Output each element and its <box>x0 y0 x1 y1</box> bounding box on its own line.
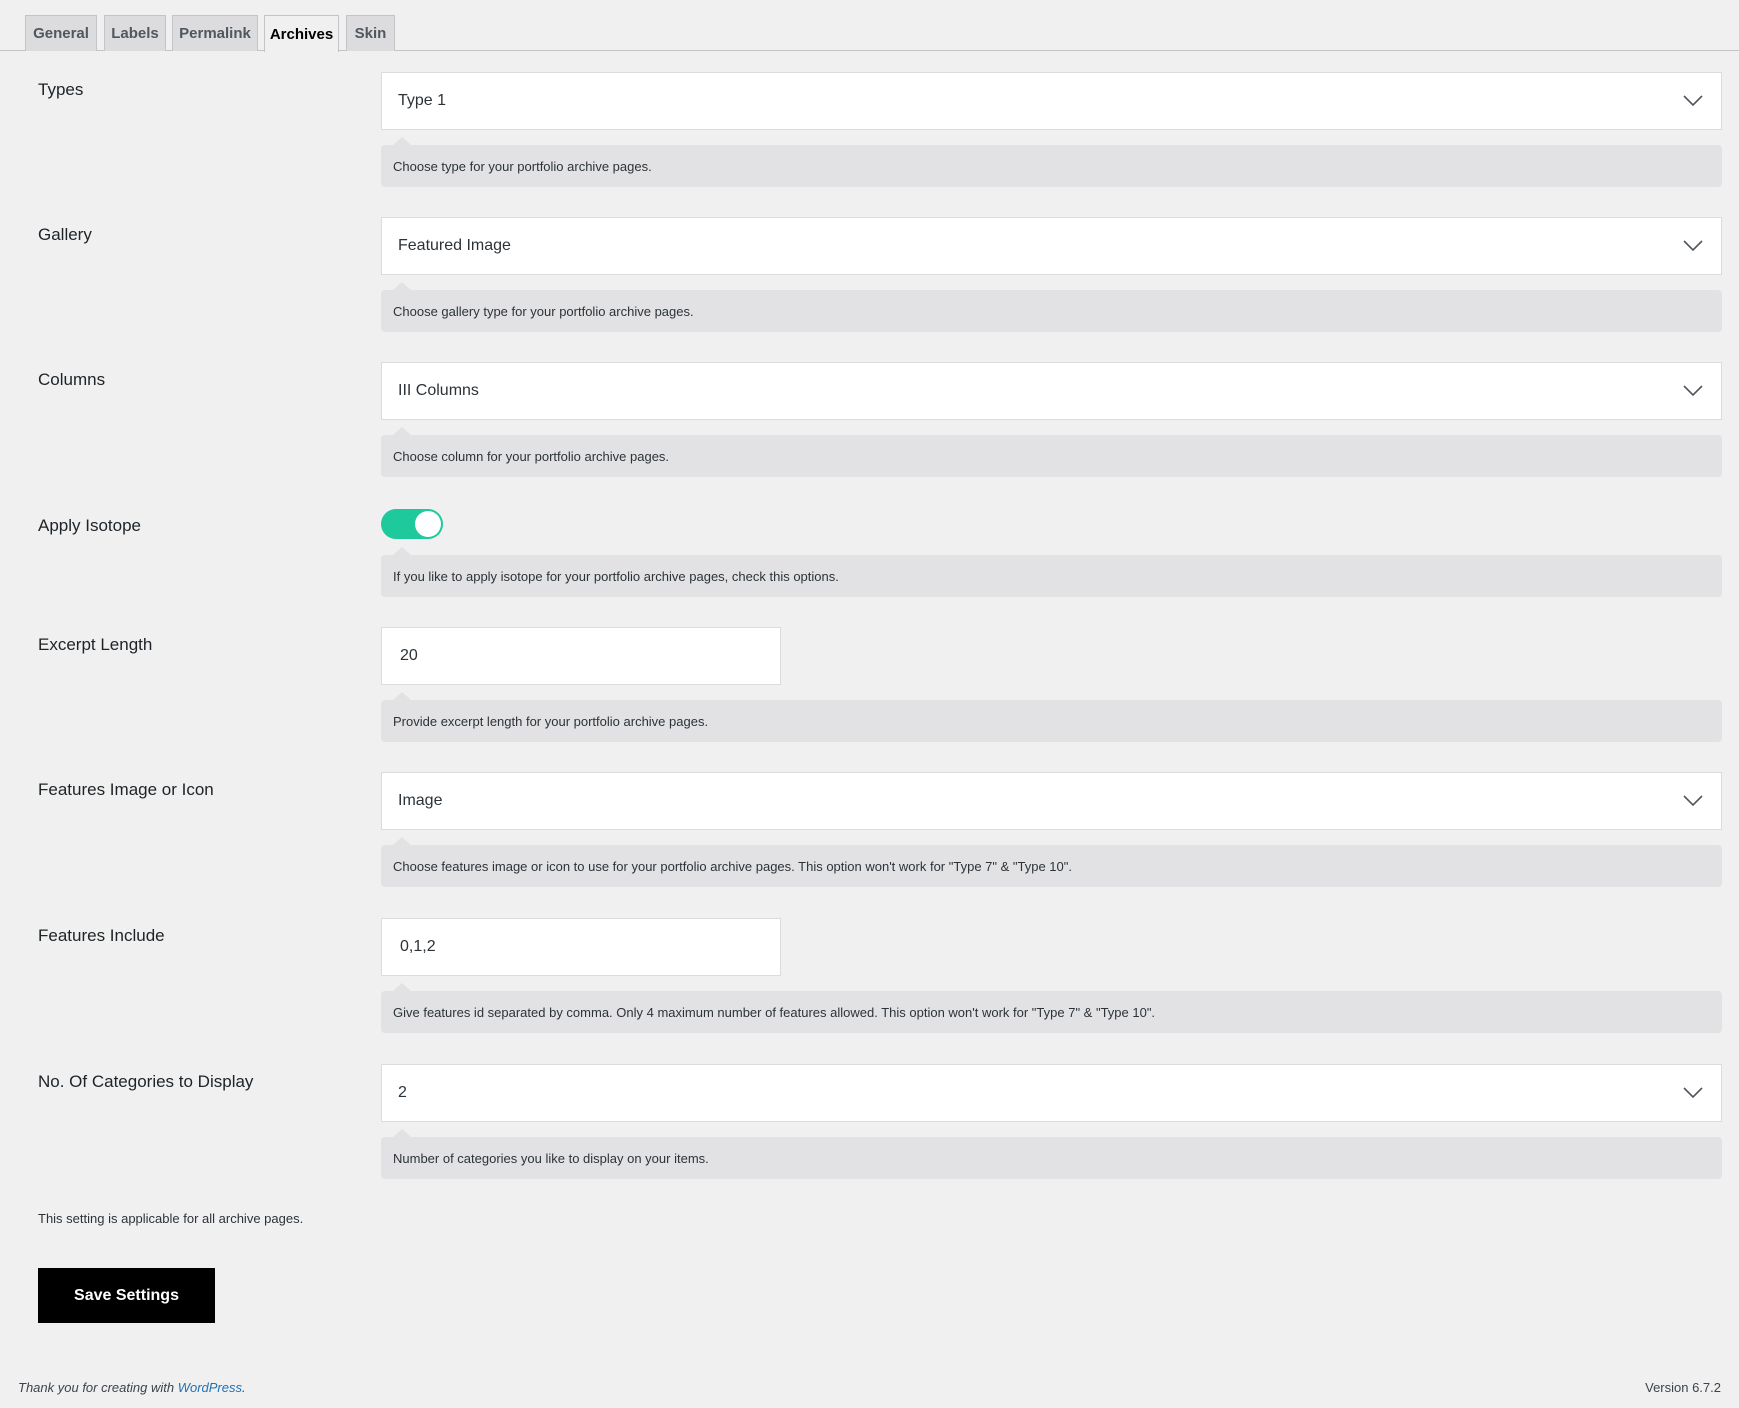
tab-skin[interactable]: Skin <box>346 15 395 51</box>
tab-labels[interactable]: Labels <box>104 15 166 51</box>
excerpt-input[interactable]: 20 <box>381 627 781 685</box>
types-label: Types <box>38 80 84 99</box>
columns-description: Choose column for your portfolio archive… <box>381 427 1722 477</box>
columns-select[interactable]: III Columns <box>381 362 1722 420</box>
features-include-description: Give features id separated by comma. Onl… <box>381 983 1722 1033</box>
isotope-description: If you like to apply isotope for your po… <box>381 547 1722 597</box>
archive-note: This setting is applicable for all archi… <box>38 1211 304 1226</box>
footer-thanks: Thank you for creating with WordPress. <box>18 1380 246 1395</box>
features-include-value: 0,1,2 <box>381 918 781 976</box>
types-value: Type 1 <box>398 92 447 109</box>
tab-permalink[interactable]: Permalink <box>172 15 258 51</box>
features-image-description: Choose features image or icon to use for… <box>381 837 1722 887</box>
gallery-description: Choose gallery type for your portfolio a… <box>381 282 1722 332</box>
features-image-label: Features Image or Icon <box>38 780 214 799</box>
isotope-label: Apply Isotope <box>38 516 142 535</box>
wordpress-link[interactable]: WordPress <box>178 1380 242 1395</box>
gallery-select[interactable]: Featured Image <box>381 217 1722 275</box>
footer-thanks-text: Thank you for creating with <box>18 1380 178 1395</box>
columns-label: Columns <box>38 370 106 389</box>
gallery-label: Gallery <box>38 225 92 244</box>
features-include-label: Features Include <box>38 926 165 945</box>
chevron-down-icon <box>1683 240 1703 252</box>
tab-archives[interactable]: Archives <box>264 15 339 52</box>
columns-value: III Columns <box>398 382 479 399</box>
types-description: Choose type for your portfolio archive p… <box>381 137 1722 187</box>
categories-select[interactable]: 2 <box>381 1064 1722 1122</box>
chevron-down-icon <box>1683 1087 1703 1099</box>
footer-version: Version 6.7.2 <box>1645 1380 1721 1395</box>
tab-general[interactable]: General <box>25 15 97 51</box>
features-include-input[interactable]: 0,1,2 <box>381 918 781 976</box>
footer-suffix: . <box>242 1380 246 1395</box>
categories-description: Number of categories you like to display… <box>381 1129 1722 1179</box>
isotope-toggle[interactable] <box>381 509 443 539</box>
gallery-value: Featured Image <box>398 237 511 254</box>
types-select[interactable]: Type 1 <box>381 72 1722 130</box>
save-settings-button[interactable]: Save Settings <box>38 1268 215 1323</box>
toggle-knob <box>415 511 441 537</box>
features-image-select[interactable]: Image <box>381 772 1722 830</box>
excerpt-description: Provide excerpt length for your portfoli… <box>381 692 1722 742</box>
categories-value: 2 <box>398 1084 407 1101</box>
settings-tabs: General Labels Permalink Archives Skin <box>0 0 1739 52</box>
categories-label: No. Of Categories to Display <box>38 1072 254 1091</box>
features-image-value: Image <box>398 792 443 809</box>
chevron-down-icon <box>1683 795 1703 807</box>
chevron-down-icon <box>1683 95 1703 107</box>
chevron-down-icon <box>1683 385 1703 397</box>
excerpt-value: 20 <box>381 627 781 685</box>
excerpt-label: Excerpt Length <box>38 635 153 654</box>
